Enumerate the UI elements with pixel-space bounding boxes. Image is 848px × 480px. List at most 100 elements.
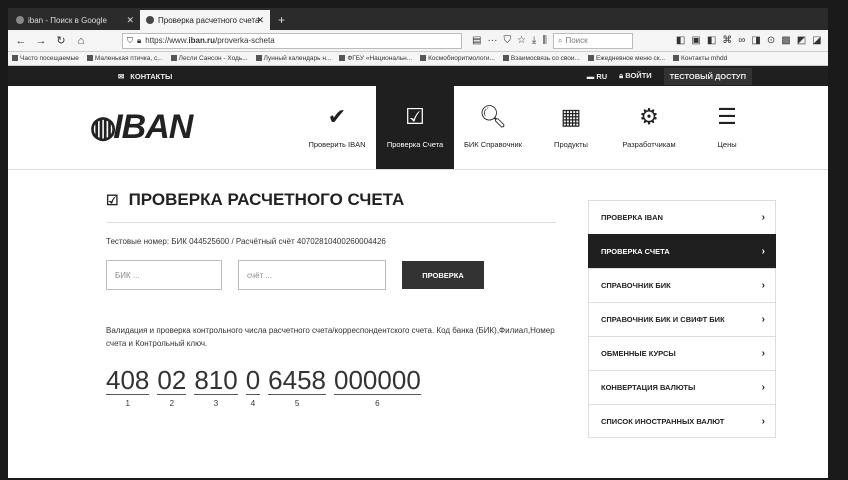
sidebar-item-proverka-iban[interactable]: ПРОВЕРКА IBAN › <box>588 200 776 234</box>
account-breakdown: 408 1 02 2 810 3 04 6458 5 000000 6 <box>106 366 556 408</box>
bookmark-item[interactable]: Ежедневное меню ск... <box>587 55 665 62</box>
globe-icon: ◍ <box>90 111 116 144</box>
close-tab-icon[interactable]: ✕ <box>256 15 264 26</box>
contacts-link[interactable]: ✉ КОНТАКТЫ <box>118 72 172 81</box>
bookmark-item[interactable]: Лесли Сансон - Ходь... <box>170 55 248 62</box>
bookmarks-bar: Часто посещаемые Маленькая птичка, с... … <box>8 52 842 66</box>
gears-icon: ⚙ <box>639 104 659 129</box>
description-text: Валидация и проверка контрольного числа … <box>106 326 555 348</box>
search-input[interactable]: ⌕ Поиск <box>552 32 633 49</box>
back-icon[interactable]: ← <box>14 35 28 47</box>
pocket-icon[interactable]: ⛉ <box>503 35 511 46</box>
iban-logo[interactable]: ◍ IBAN <box>8 86 298 169</box>
bookmark-icon <box>255 55 262 62</box>
shield-icon: ⛉ <box>127 35 133 45</box>
tab-proverka[interactable]: Проверка расчетного счета ✕ <box>140 10 270 30</box>
extension-icon[interactable]: ◧ <box>676 35 685 46</box>
extension-icon[interactable]: ◩ <box>797 35 806 46</box>
tab-title: Проверка расчетного счета <box>158 15 260 25</box>
sidebar-item-currency-conversion[interactable]: КОНВЕРТАЦИЯ ВАЛЮТЫ › <box>588 370 776 404</box>
sidebar-item-spravochnik-bik[interactable]: СПРАВОЧНИК БИК › <box>588 268 776 302</box>
chevron-right-icon: › <box>761 280 765 291</box>
test-access-button[interactable]: ТЕСТОВЫЙ ДОСТУП <box>663 67 752 85</box>
check-form: БИК ... счёт ... ПРОВЕРКА <box>106 260 556 290</box>
bookmark-icon <box>170 55 177 62</box>
download-icon[interactable]: ⤓ <box>532 35 536 46</box>
google-favicon-icon <box>16 16 24 24</box>
login-link[interactable]: 🔒︎ ВОЙТИ <box>619 71 652 81</box>
bookmark-item[interactable]: Взаимосвязь со свои... <box>502 55 580 62</box>
window-edge <box>828 8 842 478</box>
check-button[interactable]: ПРОВЕРКА <box>402 261 484 289</box>
main-content: ☑ ПРОВЕРКА РАСЧЕТНОГО СЧЕТА Тестовые ном… <box>8 170 842 470</box>
search-icon: 🔍︎ <box>479 104 507 129</box>
bookmark-icon <box>502 55 509 62</box>
reload-icon[interactable]: ↻ <box>54 34 68 47</box>
nav-bar: ← → ↻ ⌂ ⛉ 🔒︎ https://www.iban.ru/proverk… <box>8 30 842 52</box>
digit-group: 04 <box>245 365 261 408</box>
extension-icon[interactable]: ◧ <box>707 35 716 46</box>
sidebar-item-exchange-rates[interactable]: ОБМЕННЫЕ КУРСЫ › <box>588 336 776 370</box>
server-icon: ☰ <box>717 104 737 129</box>
library-icon[interactable]: ⫼ <box>542 35 547 46</box>
url-text: https://www.iban.ru/proverka-scheta <box>145 36 275 45</box>
test-numbers-text: Тестовые номер: БИК 044525600 / Расчётны… <box>106 237 386 246</box>
checkmark-icon: ✔ <box>327 104 347 129</box>
tab-google[interactable]: iban - Поиск в Google ✕ <box>10 10 140 30</box>
extension-icon[interactable]: ◪ <box>812 35 821 46</box>
account-input[interactable]: счёт ... <box>238 260 386 290</box>
menu-item-produkty[interactable]: ▦ Продукты <box>532 86 610 169</box>
lock-icon: 🔒︎ <box>137 35 142 45</box>
digit-group: 6458 5 <box>268 365 327 408</box>
chevron-right-icon: › <box>761 246 765 257</box>
bookmark-item[interactable]: Часто посещаемые <box>12 55 79 62</box>
digit-group: 408 1 <box>106 365 150 408</box>
bookmark-item[interactable]: Космобиоритмологи... <box>420 55 495 62</box>
bookmark-item[interactable]: Контакты mhdd <box>673 55 727 62</box>
menu-item-proverka-scheta[interactable]: ☑ Проверка Счета <box>376 86 454 169</box>
sidebar-item-bik-swift[interactable]: СПРАВОЧНИК БИК И СВИФТ БИК › <box>588 302 776 336</box>
search-icon: ⌕ <box>557 35 563 45</box>
bookmark-item[interactable]: Маленькая птичка, с... <box>86 55 163 62</box>
address-bar[interactable]: ⛉ 🔒︎ https://www.iban.ru/proverka-scheta <box>122 32 462 49</box>
new-tab-button[interactable]: + <box>270 13 293 30</box>
extension-icon[interactable]: ∞ <box>738 35 745 46</box>
chevron-right-icon: › <box>761 415 765 427</box>
bookmark-icon <box>673 55 680 62</box>
forward-icon[interactable]: → <box>34 35 48 47</box>
sidebar-item-foreign-currencies[interactable]: СПИСОК ИНОСТРАННЫХ ВАЛЮТ › <box>588 404 776 438</box>
more-icon[interactable]: ··· <box>487 35 497 46</box>
star-icon[interactable]: ☆ <box>517 35 526 46</box>
extension-icon[interactable]: ⊙ <box>767 35 775 46</box>
bookmark-icon <box>420 55 427 62</box>
sidebar-item-proverka-scheta[interactable]: ПРОВЕРКА СЧЕТА › <box>588 234 776 268</box>
chevron-right-icon: › <box>761 382 765 393</box>
menu-item-bik-spravochnik[interactable]: 🔍︎ БИК Справочник <box>454 86 532 169</box>
close-tab-icon[interactable]: ✕ <box>126 15 134 26</box>
grid-icon: ▦ <box>560 104 582 129</box>
extension-icon[interactable]: ⌘ <box>722 35 732 46</box>
reader-icon[interactable]: ▤ <box>472 35 481 46</box>
bookmark-icon <box>339 55 346 62</box>
chevron-right-icon: › <box>761 314 765 325</box>
menu-item-razrabotchikam[interactable]: ⚙ Разработчикам <box>610 86 688 169</box>
bik-input[interactable]: БИК ... <box>106 260 222 290</box>
main-menu: ✔ Проверить IBAN ☑ Проверка Счета 🔍︎ БИК… <box>298 86 766 169</box>
sidebar-nav: ПРОВЕРКА IBAN › ПРОВЕРКА СЧЕТА › СПРАВОЧНИ… <box>588 200 776 438</box>
bookmark-icon <box>86 55 93 62</box>
extension-icon[interactable]: ▣ <box>691 35 700 46</box>
bookmark-item[interactable]: Лунный календарь н... <box>255 55 331 62</box>
extension-icon[interactable]: ◨ <box>751 35 760 46</box>
gear-icon <box>12 55 18 62</box>
bookmark-item[interactable]: ФГБУ «Национальн... <box>339 55 412 62</box>
language-selector[interactable]: ▬ RU <box>587 72 607 81</box>
tab-title: iban - Поиск в Google <box>28 15 107 25</box>
extension-icon[interactable]: ▩ <box>781 35 790 46</box>
browser-window: iban - Поиск в Google ✕ Проверка расчетн… <box>8 8 842 478</box>
flag-icon: ▬ <box>586 71 597 81</box>
menu-item-proverit-iban[interactable]: ✔ Проверить IBAN <box>298 86 376 169</box>
menu-item-tseny[interactable]: ☰ Цены <box>688 86 766 169</box>
checkbox-icon: ☑ <box>405 104 425 129</box>
home-icon[interactable]: ⌂ <box>74 35 88 47</box>
envelope-icon: ✉ <box>118 71 125 81</box>
